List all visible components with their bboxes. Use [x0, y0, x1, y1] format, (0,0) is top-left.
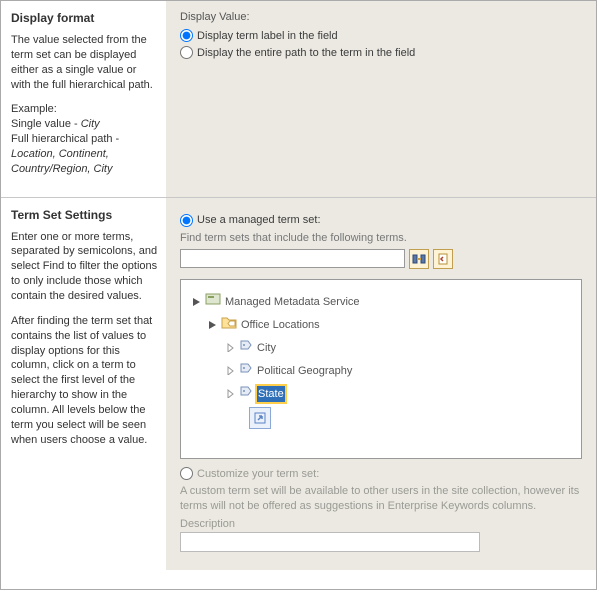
radio-customize-input[interactable] [180, 467, 193, 480]
find-term-input[interactable] [180, 249, 405, 268]
reset-button[interactable] [433, 249, 453, 269]
collapse-icon[interactable] [191, 297, 201, 307]
display-format-left: Display format The value selected from t… [1, 1, 166, 197]
tree-node-office-locations[interactable]: Office Locations [191, 313, 571, 336]
radio-display-path[interactable]: Display the entire path to the term in t… [180, 46, 582, 59]
popout-arrow-icon [253, 411, 267, 425]
description-input[interactable] [180, 532, 480, 552]
term-set-left: Term Set Settings Enter one or more term… [1, 198, 166, 571]
service-icon [205, 292, 221, 311]
tree-node-state[interactable]: State [191, 382, 571, 405]
selected-term-label: State [257, 386, 285, 402]
display-format-title: Display format [11, 11, 158, 25]
term-set-title: Term Set Settings [11, 208, 158, 222]
display-value-label: Display Value: [180, 11, 582, 23]
find-button[interactable] [409, 249, 429, 269]
expand-icon[interactable] [225, 389, 235, 399]
radio-managed-term-set-input[interactable] [180, 214, 193, 227]
radio-display-path-input[interactable] [180, 46, 193, 59]
open-popout-button[interactable] [249, 407, 271, 429]
folder-tag-icon [221, 315, 237, 334]
tag-icon [239, 384, 253, 403]
radio-customize-term-set[interactable]: Customize your term set: [180, 467, 582, 480]
display-format-right: Display Value: Display term label in the… [166, 1, 596, 197]
description-label: Description [180, 518, 582, 530]
tag-icon [239, 338, 253, 357]
binoculars-icon [412, 252, 426, 266]
collapse-icon[interactable] [207, 320, 217, 330]
tree-node-city[interactable]: City [191, 336, 571, 359]
term-set-desc: Enter one or more terms, separated by se… [11, 230, 158, 448]
radio-managed-term-set[interactable]: Use a managed term set: [180, 214, 582, 227]
tree-node-root[interactable]: Managed Metadata Service [191, 290, 571, 313]
tag-icon [239, 361, 253, 380]
term-tree: Managed Metadata Service Office Location… [180, 279, 582, 459]
find-term-sets-label: Find term sets that include the followin… [180, 231, 582, 246]
customize-term-desc: A custom term set will be available to o… [180, 484, 582, 514]
document-reset-icon [436, 252, 450, 266]
expand-icon[interactable] [225, 343, 235, 353]
expand-icon[interactable] [225, 366, 235, 376]
display-format-desc: The value selected from the term set can… [11, 33, 158, 177]
radio-display-label[interactable]: Display term label in the field [180, 29, 582, 42]
tree-node-political-geography[interactable]: Political Geography [191, 359, 571, 382]
term-set-right: Use a managed term set: Find term sets t… [166, 198, 596, 571]
radio-display-label-input[interactable] [180, 29, 193, 42]
